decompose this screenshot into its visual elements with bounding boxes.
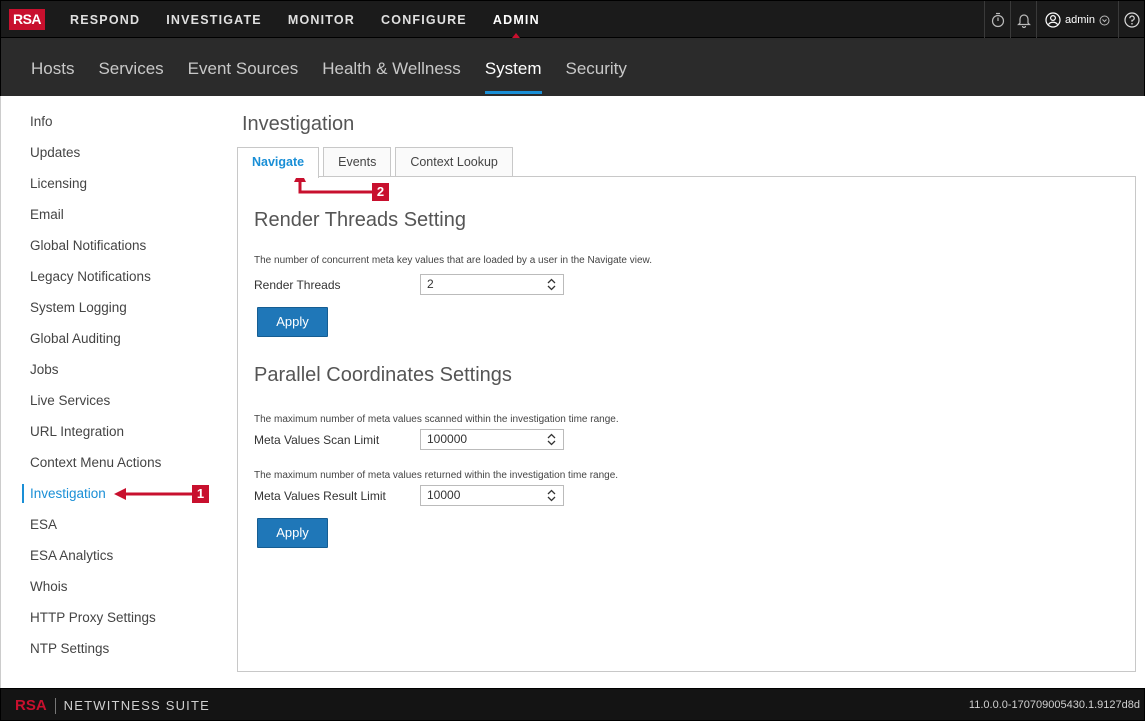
investigation-tabs: Navigate Events Context Lookup — [237, 147, 517, 178]
sidebar-item-jobs[interactable]: Jobs — [1, 354, 228, 385]
tab-navigate[interactable]: Navigate — [237, 147, 320, 178]
sidebar-item-legacy-notifications[interactable]: Legacy Notifications — [1, 261, 228, 292]
sidebar-item-whois[interactable]: Whois — [1, 571, 228, 602]
parallel-coordinates-apply-button[interactable]: Apply — [257, 518, 328, 548]
scan-limit-value: 100000 — [427, 432, 468, 446]
user-menu[interactable]: admin — [1036, 1, 1118, 39]
nav-admin[interactable]: ADMIN — [480, 1, 553, 39]
sidebar-item-licensing[interactable]: Licensing — [1, 168, 228, 199]
page-title: Investigation — [242, 113, 355, 135]
sidebar-item-context-menu-actions[interactable]: Context Menu Actions — [1, 447, 228, 478]
sidebar-item-global-notifications[interactable]: Global Notifications — [1, 230, 228, 261]
result-limit-description: The maximum number of meta values return… — [254, 470, 619, 481]
render-threads-title: Render Threads Setting — [254, 209, 466, 231]
sidebar-item-url-integration[interactable]: URL Integration — [1, 416, 228, 447]
callout-badge-2: 2 — [372, 183, 389, 201]
scan-limit-input[interactable]: 100000 — [420, 429, 564, 450]
scan-limit-description: The maximum number of meta values scanne… — [254, 414, 619, 425]
scan-limit-label: Meta Values Scan Limit — [254, 433, 380, 447]
chevron-down-icon — [1099, 15, 1110, 25]
top-right-tools: admin — [984, 1, 1144, 39]
footer-suite-name: NETWITNESS SUITE — [63, 698, 210, 713]
rsa-logo: RSA — [9, 9, 45, 30]
sidebar-item-system-logging[interactable]: System Logging — [1, 292, 228, 323]
subnav-security[interactable]: Security — [554, 38, 639, 96]
tab-context-lookup[interactable]: Context Lookup — [395, 147, 513, 177]
footer-brand: RSA NETWITNESS SUITE — [15, 689, 210, 721]
spinner-icon — [547, 489, 556, 502]
nav-monitor[interactable]: MONITOR — [275, 1, 368, 39]
top-bar: RSA RESPOND INVESTIGATE MONITOR CONFIGUR… — [0, 0, 1145, 39]
render-threads-apply-button[interactable]: Apply — [257, 307, 328, 337]
render-threads-description: The number of concurrent meta key values… — [254, 255, 652, 266]
result-limit-label: Meta Values Result Limit — [254, 489, 386, 503]
admin-sub-nav: Hosts Services Event Sources Health & We… — [0, 38, 1145, 96]
sidebar-item-live-services[interactable]: Live Services — [1, 385, 228, 416]
render-threads-value: 2 — [427, 277, 434, 291]
subnav-services[interactable]: Services — [86, 38, 175, 96]
system-sidebar: Info Updates Licensing Email Global Noti… — [0, 96, 228, 688]
spinner-icon — [547, 433, 556, 446]
help-icon[interactable] — [1118, 1, 1144, 39]
spinner-icon — [547, 278, 556, 291]
sidebar-item-email[interactable]: Email — [1, 199, 228, 230]
sidebar-item-esa[interactable]: ESA — [1, 509, 228, 540]
nav-respond[interactable]: RESPOND — [57, 1, 153, 39]
sidebar-item-esa-analytics[interactable]: ESA Analytics — [1, 540, 228, 571]
footer: RSA NETWITNESS SUITE 11.0.0.0-1707090054… — [0, 688, 1145, 721]
sidebar-item-global-auditing[interactable]: Global Auditing — [1, 323, 228, 354]
sidebar-item-info[interactable]: Info — [1, 106, 228, 137]
sidebar-item-updates[interactable]: Updates — [1, 137, 228, 168]
parallel-coordinates-title: Parallel Coordinates Settings — [254, 364, 512, 386]
footer-divider — [54, 697, 56, 714]
render-threads-select[interactable]: 2 — [420, 274, 564, 295]
sidebar-item-http-proxy-settings[interactable]: HTTP Proxy Settings — [1, 602, 228, 633]
user-name: admin — [1065, 14, 1095, 26]
callout-arrow-1 — [114, 488, 194, 500]
nav-investigate[interactable]: INVESTIGATE — [153, 1, 275, 39]
subnav-health-wellness[interactable]: Health & Wellness — [310, 38, 473, 96]
subnav-event-sources[interactable]: Event Sources — [176, 38, 311, 96]
stopwatch-icon[interactable] — [984, 1, 1010, 39]
footer-version: 11.0.0.0-170709005430.1.9127d8d — [968, 699, 1140, 711]
result-limit-input[interactable]: 10000 — [420, 485, 564, 506]
main-nav: RESPOND INVESTIGATE MONITOR CONFIGURE AD… — [57, 1, 553, 39]
nav-configure[interactable]: CONFIGURE — [368, 1, 480, 39]
result-limit-value: 10000 — [427, 488, 461, 502]
subnav-system[interactable]: System — [473, 38, 554, 96]
callout-badge-1: 1 — [192, 485, 209, 503]
subnav-hosts[interactable]: Hosts — [19, 38, 86, 96]
render-threads-label: Render Threads — [254, 278, 341, 292]
user-icon — [1045, 12, 1061, 28]
footer-rsa-logo: RSA — [15, 697, 47, 714]
bell-icon[interactable] — [1010, 1, 1036, 39]
sidebar-item-ntp-settings[interactable]: NTP Settings — [1, 633, 228, 664]
